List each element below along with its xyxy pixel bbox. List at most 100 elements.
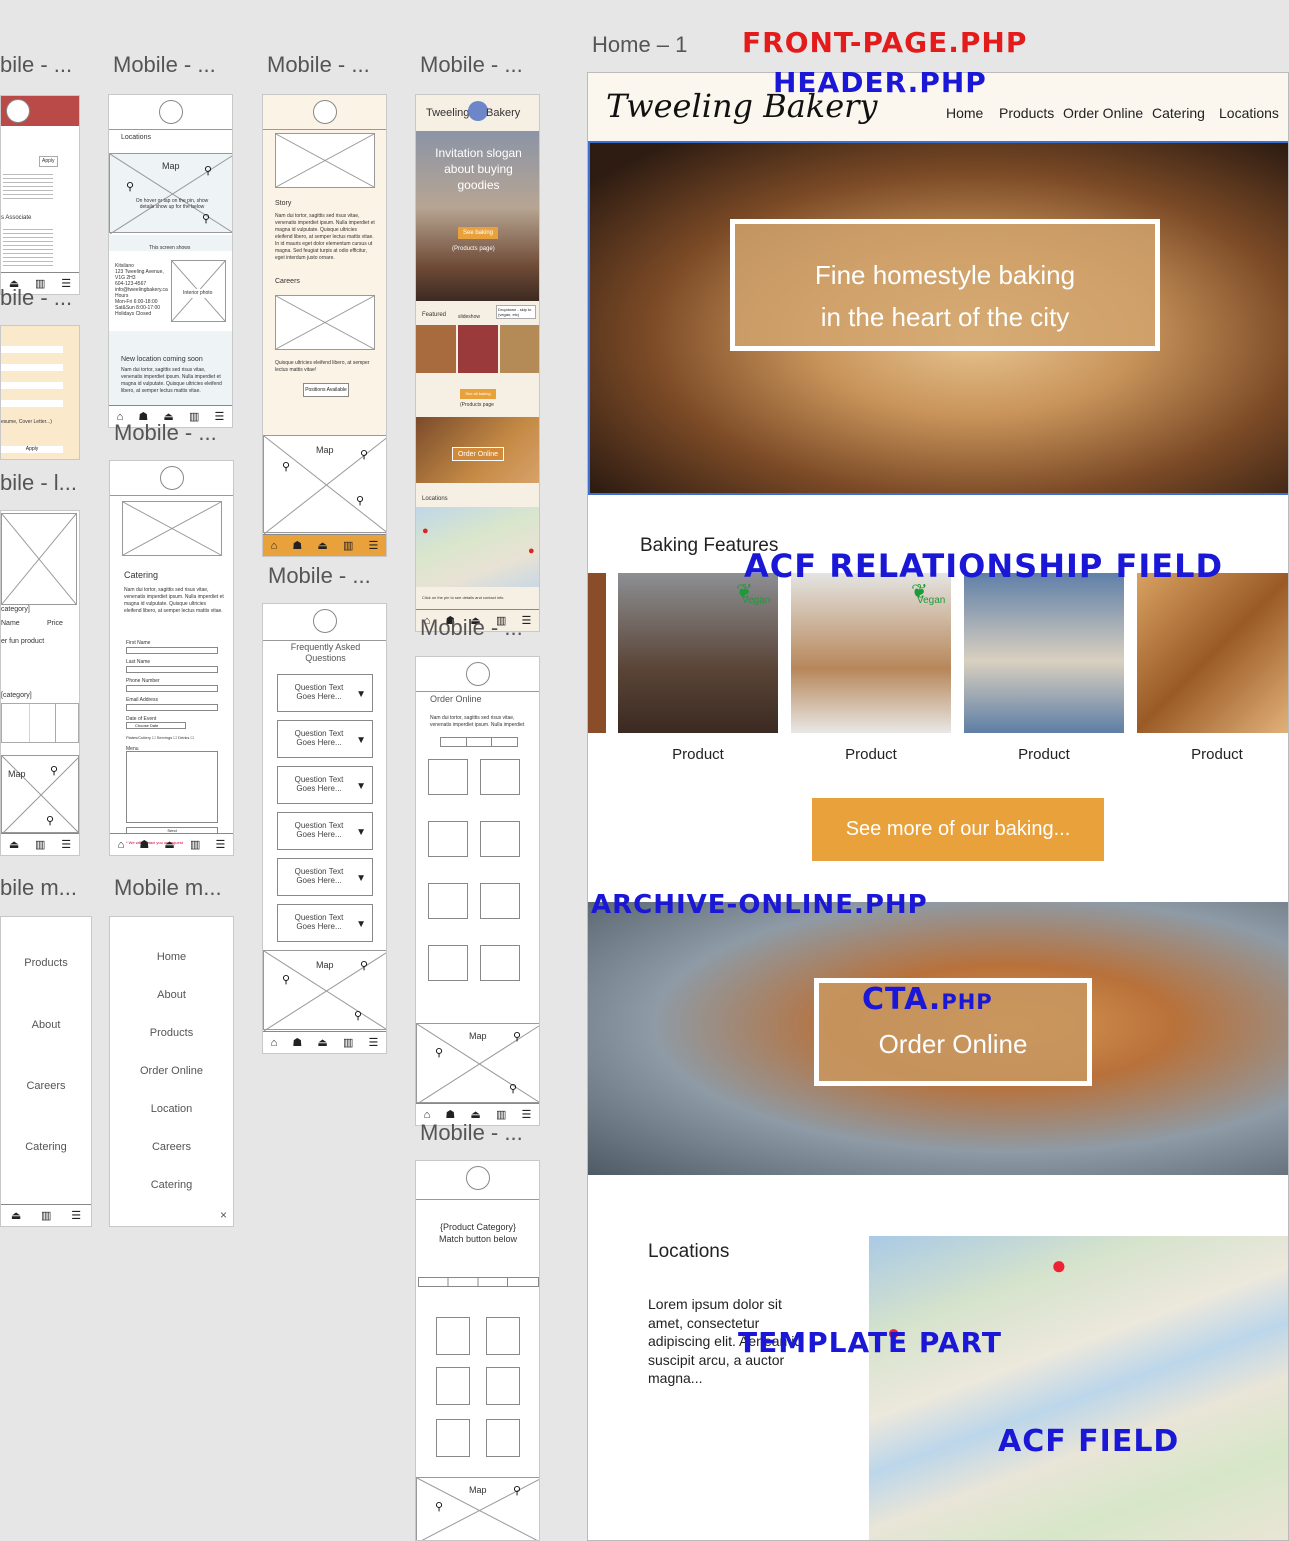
menu-item-catering[interactable]: Catering — [110, 1179, 233, 1191]
phone-input[interactable] — [126, 685, 218, 692]
product-thumb[interactable] — [458, 325, 498, 373]
product-card[interactable] — [486, 1419, 520, 1457]
artboard-home[interactable]: Tweeling Bakery Home Products Order Onli… — [587, 72, 1289, 1541]
artboard-label[interactable]: bile - l... — [0, 470, 77, 496]
map-pin-icon[interactable]: ⚲ — [50, 764, 58, 777]
menu-icon[interactable]: ☰ — [216, 838, 226, 851]
bottom-nav[interactable]: ⏏ ▥ ☰ — [1, 1204, 91, 1226]
see-all-baking-button[interactable]: See all baking — [460, 389, 496, 399]
catering-options[interactable]: Plates/Cutlery ☐ Servings ☐ Drinks ☐ — [126, 733, 194, 742]
bottom-nav[interactable]: ⌂ ☗ ⏏ ▥ ☰ — [263, 1031, 386, 1053]
artboard-product-category[interactable]: {Product Category} Match button below Ma… — [415, 1160, 540, 1541]
artboard-label[interactable]: bile - ... — [0, 52, 72, 78]
bottom-nav[interactable]: ⌂ ☗ ⏏ ▥ ☰ — [263, 534, 386, 556]
map-pin-icon[interactable]: ⚲ — [435, 1500, 443, 1513]
product-card[interactable] — [480, 945, 520, 981]
map-placeholder[interactable]: Map ⚲ ⚲ — [416, 1477, 539, 1540]
nav-locations[interactable]: Locations — [1219, 105, 1279, 121]
chevron-down-icon[interactable]: ▼ — [356, 689, 366, 700]
map-placeholder[interactable]: Map ⚲ ⚲ ⚲ On hover or tap on the pin, sh… — [109, 153, 232, 235]
product-label[interactable]: Product — [618, 746, 778, 763]
product-card[interactable] — [436, 1419, 470, 1457]
artboard-apply-form[interactable]: esume, Cover Letter...) Apply — [0, 325, 80, 460]
apply-button[interactable]: Apply — [39, 156, 58, 167]
menu-item-home[interactable]: Home — [110, 951, 233, 963]
chevron-down-icon[interactable]: ▼ — [356, 873, 366, 884]
chevron-down-icon[interactable]: ▼ — [356, 735, 366, 746]
artboard-order-online[interactable]: Order Online Nam dui tortor, sagittis se… — [415, 656, 540, 1126]
map-pin-icon[interactable]: ● — [1051, 1250, 1067, 1281]
map-icon[interactable]: ▥ — [343, 539, 353, 552]
apply-button[interactable]: Apply — [1, 446, 63, 453]
artboard-label[interactable]: Mobile - ... — [420, 1120, 523, 1146]
menu-item-careers[interactable]: Careers — [110, 1141, 233, 1153]
bottom-nav[interactable]: ⌂ ☗ ⏏ ▥ ☰ — [110, 833, 233, 855]
bottom-nav[interactable]: ⏏ ▥ ☰ — [1, 833, 79, 855]
order-online-button[interactable]: Order Online — [452, 447, 504, 461]
faq-item[interactable]: Question Text Goes Here... ▼ — [277, 904, 373, 942]
cake-icon[interactable]: ⏏ — [11, 1209, 21, 1222]
bread-icon[interactable]: ☗ — [139, 838, 149, 851]
map-icon[interactable]: ▥ — [343, 1036, 353, 1049]
bread-icon[interactable]: ☗ — [292, 1036, 302, 1049]
form-field[interactable] — [1, 346, 63, 353]
cta-image[interactable]: Order Online — [588, 902, 1288, 1175]
product-card[interactable] — [428, 821, 468, 857]
artboard-products[interactable]: category] Name Price er fun product [cat… — [0, 510, 80, 856]
product-card[interactable] — [428, 945, 468, 981]
menu-item-about[interactable]: About — [1, 1019, 91, 1031]
product-card[interactable] — [486, 1317, 520, 1355]
map-pin-icon[interactable]: ● — [528, 545, 535, 557]
product-card[interactable] — [486, 1367, 520, 1405]
artboard-label[interactable]: Mobile m... — [114, 875, 222, 901]
faq-item[interactable]: Question Text Goes Here... ▼ — [277, 858, 373, 896]
menu-item-location[interactable]: Location — [110, 1103, 233, 1115]
map-pin-icon[interactable]: ⚲ — [354, 1009, 362, 1022]
filter-dropdown[interactable]: Dropdown - skip to (vegan, etc) — [496, 305, 536, 319]
artboard-label[interactable]: Mobile - ... — [114, 420, 217, 446]
menu-item-catering[interactable]: Catering — [1, 1141, 91, 1153]
artboard-home-mobile[interactable]: Tweeling Bakery Invitation slogan about … — [415, 94, 540, 632]
map-pin-icon[interactable]: ⚲ — [513, 1030, 521, 1043]
see-more-button[interactable]: See more of our baking... — [812, 798, 1104, 861]
product-image[interactable]: ❦ Vegan — [791, 573, 951, 733]
map-icon[interactable]: ▥ — [190, 838, 200, 851]
nav-products[interactable]: Products — [999, 105, 1054, 121]
close-icon[interactable]: × — [220, 1208, 227, 1222]
product-card[interactable] — [436, 1367, 470, 1405]
cake-icon[interactable]: ⏏ — [164, 838, 174, 851]
see-baking-button[interactable]: See baking — [458, 227, 498, 239]
map-pin-icon[interactable]: ⚲ — [204, 164, 212, 177]
map-pin-icon[interactable]: ⚲ — [435, 1046, 443, 1059]
product-label[interactable]: Product — [791, 746, 951, 763]
carousel-prev-item[interactable] — [588, 573, 606, 733]
nav-order-online[interactable]: Order Online — [1063, 105, 1143, 121]
map-icon[interactable]: ▥ — [35, 838, 45, 851]
artboard-label[interactable]: Mobile - ... — [268, 563, 371, 589]
chevron-down-icon[interactable]: ▼ — [356, 827, 366, 838]
map-pin-icon[interactable]: ⚲ — [202, 212, 210, 225]
cake-icon[interactable]: ⏏ — [317, 1036, 327, 1049]
map-pin-icon[interactable]: ⚲ — [46, 814, 54, 827]
product-image[interactable] — [964, 573, 1124, 733]
menu-item-products[interactable]: Products — [1, 957, 91, 969]
artboard-careers-jobs[interactable]: Apply s Associate ⏏ ▥ ☰ — [0, 95, 80, 295]
first-name-input[interactable] — [126, 647, 218, 654]
menu-textarea[interactable] — [126, 751, 218, 823]
menu-icon[interactable]: ☰ — [369, 539, 379, 552]
artboard-locations[interactable]: Locations Map ⚲ ⚲ ⚲ On hover or tap on t… — [108, 94, 233, 428]
map-pin-icon[interactable]: ⚲ — [509, 1082, 517, 1095]
menu-item-order-online[interactable]: Order Online — [110, 1065, 233, 1077]
faq-item[interactable]: Question Text Goes Here... ▼ — [277, 766, 373, 804]
menu-icon[interactable]: ☰ — [61, 838, 71, 851]
map-placeholder[interactable]: Map ⚲ ⚲ ⚲ — [263, 435, 386, 535]
bread-icon[interactable]: ☗ — [292, 539, 302, 552]
locations-map[interactable]: ● ● — [869, 1236, 1288, 1540]
faq-item[interactable]: Question Text Goes Here... ▼ — [277, 720, 373, 758]
chevron-down-icon[interactable]: ▼ — [356, 781, 366, 792]
map-pin-icon[interactable]: ⚲ — [356, 494, 364, 507]
map-pin-icon[interactable]: ⚲ — [282, 973, 290, 986]
menu-icon[interactable]: ☰ — [369, 1036, 379, 1049]
product-thumb[interactable] — [416, 325, 456, 373]
artboard-about[interactable]: Story Nam dui tortor, sagittis sed risus… — [262, 94, 387, 557]
